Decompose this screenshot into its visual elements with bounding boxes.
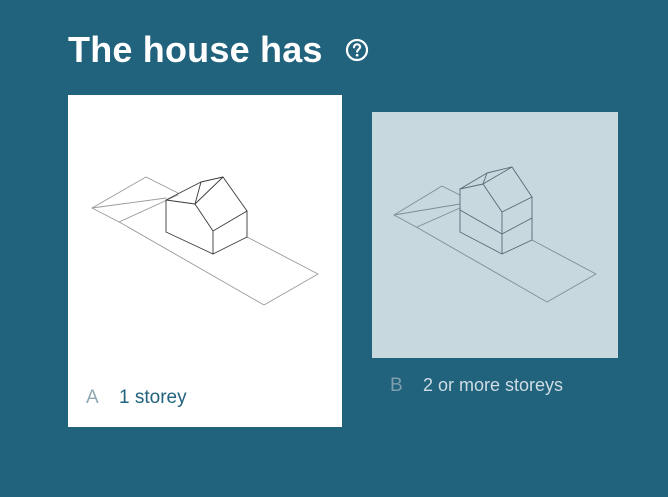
option-b-letter: B [390,375,403,396]
two-storey-house-illustration [372,112,618,358]
option-b-label: B 2 or more storeys [390,375,563,397]
one-storey-house-illustration [68,95,342,369]
option-b-two-storeys[interactable]: B 2 or more storeys [372,112,618,402]
question-header: The house has [68,28,369,72]
option-a-letter: A [86,387,99,408]
option-b-text: 2 or more storeys [423,375,564,395]
question-circle-icon[interactable] [345,38,369,62]
question-title: The house has [68,29,323,70]
option-a-one-storey[interactable]: A 1 storey [68,95,342,427]
option-a-text: 1 storey [119,387,187,408]
option-a-label: A 1 storey [86,387,187,409]
